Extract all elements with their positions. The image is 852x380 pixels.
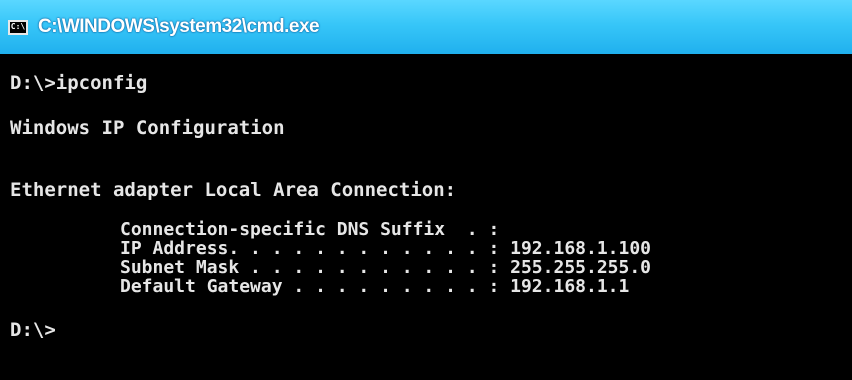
title-bar[interactable]: C:\ C:\WINDOWS\system32\cmd.exe — [0, 0, 852, 54]
command-prompt[interactable]: D:\> — [10, 319, 56, 341]
cmd-icon[interactable]: C:\ — [8, 19, 28, 35]
adapter-heading: Ethernet adapter Local Area Connection: — [10, 179, 457, 201]
default-gateway-row: Default Gateway . . . . . . . . . : 192.… — [120, 276, 630, 297]
console-output[interactable]: D:\>ipconfig Windows IP Configuration Et… — [0, 54, 852, 380]
dns-suffix-row: Connection-specific DNS Suffix . : — [120, 219, 500, 240]
subnet-mask-row: Subnet Mask . . . . . . . . . . . : 255.… — [120, 257, 652, 278]
ip-address-row: IP Address. . . . . . . . . . . . : 192.… — [120, 238, 652, 259]
cmd-window: C:\ C:\WINDOWS\system32\cmd.exe D:\>ipco… — [0, 0, 852, 380]
command-line: D:\>ipconfig — [10, 72, 148, 94]
output-heading: Windows IP Configuration — [10, 117, 285, 139]
window-title: C:\WINDOWS\system32\cmd.exe — [38, 16, 320, 37]
